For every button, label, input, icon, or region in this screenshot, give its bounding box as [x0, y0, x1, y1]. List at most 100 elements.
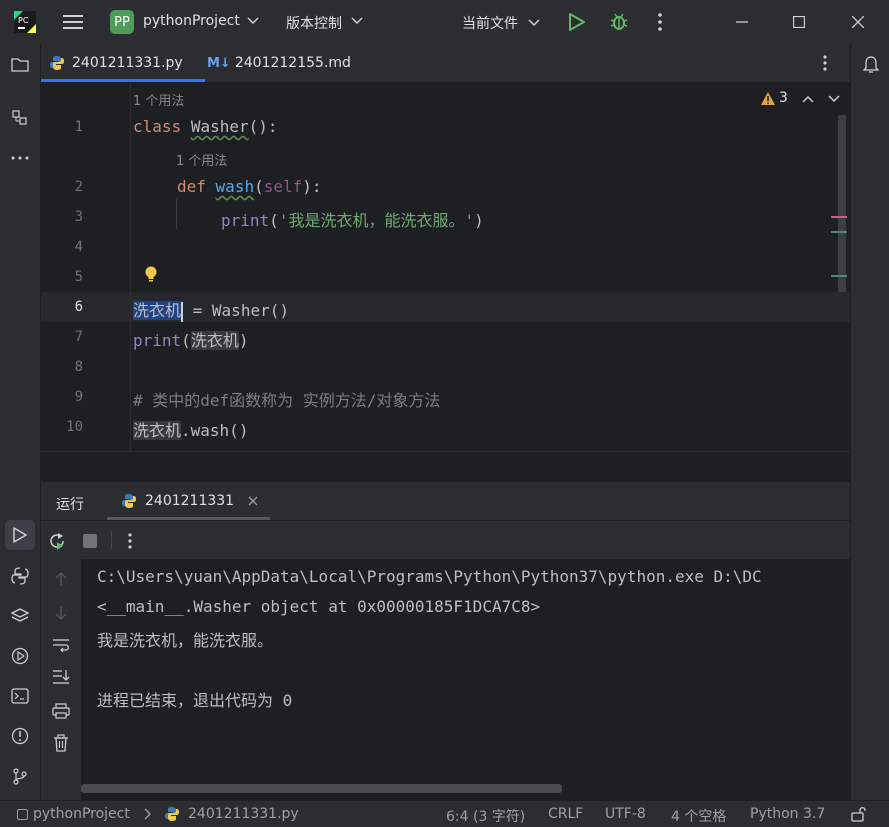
project-name[interactable]: pythonProject	[143, 13, 240, 29]
trash-icon[interactable]	[41, 731, 81, 755]
structure-icon[interactable]	[0, 106, 40, 130]
builtin: print	[133, 331, 182, 350]
error-stripe-marker[interactable]	[831, 231, 847, 233]
error-stripe-marker[interactable]	[831, 275, 847, 277]
maximize-button[interactable]	[787, 10, 811, 34]
previous-highlight-icon[interactable]	[799, 91, 817, 107]
run-panel-header: 运行 2401211331	[41, 482, 850, 520]
editor-bottom-area	[41, 451, 850, 483]
python-file-icon	[164, 806, 180, 826]
code-line-9: # 类中的def函数称为 实例方法/对象方法	[133, 391, 441, 410]
git-icon[interactable]	[0, 764, 40, 788]
scroll-to-end-icon[interactable]	[41, 665, 81, 689]
console-line: 进程已结束，退出代码为 0	[97, 691, 293, 710]
line-separator[interactable]: CRLF	[548, 806, 583, 822]
line-number: 1	[74, 119, 83, 135]
services-icon[interactable]	[0, 644, 40, 668]
vcs-menu[interactable]: 版本控制	[286, 13, 342, 33]
line-number: 2	[74, 179, 83, 195]
chevron-down-icon	[351, 14, 363, 28]
project-badge-text: PP	[114, 14, 130, 30]
print-icon[interactable]	[41, 699, 81, 723]
chevron-down-icon	[528, 16, 540, 30]
lightbulb-icon[interactable]	[142, 264, 160, 284]
line-number: 4	[74, 239, 83, 255]
error-stripe-marker[interactable]	[831, 216, 847, 218]
close-tab-icon[interactable]	[248, 496, 258, 506]
debug-button[interactable]	[607, 10, 631, 34]
minimize-button[interactable]	[730, 10, 754, 34]
usage-hint[interactable]: 1 个用法	[133, 90, 184, 109]
console-line: <__main__.Washer object at 0x00000185F1D…	[97, 597, 541, 616]
more-actions-icon[interactable]	[650, 10, 670, 34]
python-console-icon[interactable]	[0, 564, 40, 588]
next-highlight-icon[interactable]	[825, 91, 843, 107]
punctuation: ():	[248, 117, 278, 136]
usage-hint[interactable]: 1 个用法	[176, 150, 227, 169]
tab-2401211331-py[interactable]: 2401211331.py	[41, 44, 206, 82]
lock-icon[interactable]	[851, 805, 867, 827]
svg-text:PC: PC	[18, 16, 29, 25]
punctuation: (	[181, 331, 191, 350]
inspection-widget[interactable]: 3	[760, 90, 788, 106]
caret-position[interactable]: 6:4 (3 字符)	[446, 806, 525, 826]
markdown-file-icon: M↓	[207, 55, 231, 71]
code-line-3: print('我是洗衣机，能洗衣服。')	[221, 207, 484, 231]
code-line-1: class Washer():	[133, 117, 278, 136]
code-line-10: 洗衣机.wash()	[133, 417, 248, 441]
builtin: print	[221, 211, 270, 230]
more-actions-icon[interactable]	[120, 530, 140, 552]
main-menu-icon[interactable]	[60, 10, 86, 34]
breadcrumb-project[interactable]: pythonProject	[33, 806, 130, 822]
scroll-down-icon[interactable]	[41, 601, 81, 625]
code-line-7: print(洗衣机)	[133, 327, 248, 351]
code-line-6: 洗衣机 = Washer()	[133, 297, 289, 322]
title-bar: PC PP pythonProject 版本控制 当前文件	[0, 0, 889, 45]
gutter-separator	[130, 83, 131, 451]
layers-icon[interactable]	[0, 604, 40, 628]
run-tab-2401211331[interactable]: 2401211331	[111, 482, 269, 520]
indent-settings[interactable]: 4 个空格	[671, 806, 726, 826]
rerun-icon[interactable]	[46, 530, 68, 552]
notifications-bell-icon[interactable]	[851, 52, 889, 76]
chevron-down-icon	[247, 14, 259, 28]
line-number: 7	[74, 329, 83, 345]
run-config-selector[interactable]: 当前文件	[462, 13, 518, 33]
more-tools-icon[interactable]	[0, 146, 40, 170]
stop-icon[interactable]	[79, 530, 101, 552]
line-number: 9	[74, 389, 83, 405]
line-number: 6	[74, 299, 83, 315]
pycharm-logo-icon[interactable]: PC	[14, 11, 36, 33]
line-number: 5	[74, 269, 83, 285]
method-call: .wash()	[181, 421, 249, 440]
line-number: 8	[74, 359, 83, 375]
scroll-up-icon[interactable]	[41, 567, 81, 591]
editor-tabs: 2401211331.py M↓ 2401212155.md	[41, 44, 850, 83]
run-console[interactable]: C:\Users\yuan\AppData\Local\Programs\Pyt…	[81, 559, 850, 800]
run-tool-icon[interactable]	[5, 520, 35, 550]
tab-options-icon[interactable]	[815, 52, 835, 74]
terminal-icon[interactable]	[0, 684, 40, 708]
editor-scrollbar[interactable]	[838, 115, 846, 292]
active-run-tab-indicator	[107, 517, 270, 520]
console-horizontal-scrollbar[interactable]	[81, 784, 562, 793]
console-line: 我是洗衣机，能洗衣服。	[97, 631, 274, 650]
project-badge[interactable]: PP	[110, 10, 134, 34]
module-icon	[17, 809, 28, 820]
punctuation: (	[269, 211, 279, 230]
variable-usage: 洗衣机	[133, 421, 182, 440]
tab-2401212155-md[interactable]: M↓ 2401212155.md	[207, 44, 357, 82]
file-encoding[interactable]: UTF-8	[605, 806, 646, 822]
punctuation: )	[238, 331, 249, 350]
run-button[interactable]	[566, 11, 588, 33]
soft-wrap-icon[interactable]	[41, 633, 81, 657]
problems-icon[interactable]	[0, 724, 40, 748]
close-button[interactable]	[846, 10, 870, 34]
project-folder-icon[interactable]	[0, 52, 40, 76]
python-interpreter[interactable]: Python 3.7	[750, 806, 825, 822]
class-name: Washer	[190, 117, 249, 136]
breadcrumb-file[interactable]: 2401211331.py	[188, 806, 299, 822]
line-number: 3	[74, 209, 83, 225]
run-panel-title: 运行	[56, 497, 84, 513]
code-editor[interactable]: 1 个用法 1 个用法 3 1 2 3 4 5 6 7 8 9 10 class…	[41, 83, 850, 451]
